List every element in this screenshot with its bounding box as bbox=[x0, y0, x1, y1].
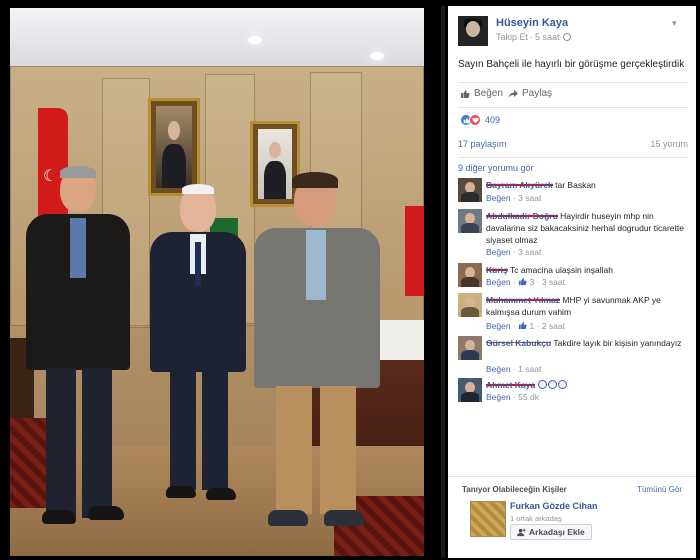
share-icon bbox=[508, 89, 518, 98]
post-photo[interactable]: ☾ bbox=[10, 8, 424, 556]
ceiling-light bbox=[370, 52, 384, 60]
comment-time[interactable]: 3 saat bbox=[542, 277, 565, 287]
comment-text: Bayram Akyürek tar Baskan bbox=[486, 180, 596, 190]
comment-time[interactable]: 3 saat bbox=[518, 247, 541, 257]
post-header: Hüseyin Kaya Takip Et · 5 saat ▾ bbox=[458, 16, 688, 50]
chevron-down-icon[interactable]: ▾ bbox=[672, 18, 684, 28]
author-avatar[interactable] bbox=[458, 16, 488, 46]
facebook-post-panel: Hüseyin Kaya Takip Et · 5 saat ▾ Sayın Bah… bbox=[448, 6, 696, 558]
comment-footer: Beğen · 3 · 3 saat bbox=[486, 277, 565, 287]
commenter-avatar[interactable] bbox=[458, 263, 482, 287]
comment-text: Gürsel Kabukçu Takdire layık bir kişisin… bbox=[486, 338, 682, 348]
post-text: Sayın Bahçeli ile hayırlı bir görüşme ge… bbox=[458, 59, 685, 70]
screenshot: ☾ Hüseyin Kaya Takip Et · 5 saat ▾ Sayın… bbox=[0, 0, 700, 560]
comment-like-link[interactable]: Beğen bbox=[486, 392, 511, 402]
comment: Kuriş Tc amacina ulaşsin inşallah Beğen … bbox=[458, 263, 690, 291]
person-left bbox=[18, 166, 138, 556]
commenter-name[interactable]: Muhammet Yılmaz bbox=[486, 295, 561, 305]
post-stats: 17 paylaşım 15 yorum bbox=[458, 139, 688, 151]
commenter-name[interactable]: Abdulkadir Doğru bbox=[486, 211, 558, 221]
comment-time[interactable]: 1 saat bbox=[518, 364, 541, 374]
add-friend-label: Arkadaşı Ekle bbox=[529, 527, 585, 537]
suggested-person-name[interactable]: Furkan Gözde Cihan bbox=[510, 501, 598, 511]
comment: Ahmet Kaya Beğen · 55 dk bbox=[458, 378, 690, 406]
follow-link[interactable]: Takip Et bbox=[496, 32, 528, 42]
thumbs-up-icon bbox=[519, 322, 527, 330]
comment-time[interactable]: 3 saat bbox=[518, 193, 541, 203]
comment-footer: Beğen · 1 saat bbox=[486, 364, 542, 374]
suggested-person-photo[interactable] bbox=[470, 501, 506, 537]
like-icon bbox=[461, 89, 470, 98]
share-count[interactable]: 17 paylaşım bbox=[458, 139, 507, 149]
commenter-name[interactable]: Kuriş bbox=[486, 265, 508, 275]
person-right bbox=[250, 172, 384, 536]
comment-footer: Beğen · 1 · 2 saat bbox=[486, 321, 565, 331]
ceiling-light bbox=[248, 36, 262, 44]
commenter-avatar[interactable] bbox=[458, 336, 482, 360]
comment-text: Abdulkadir Doğru Hayirdir huseyin mhp ni… bbox=[486, 211, 684, 245]
commenter-name[interactable]: Gürsel Kabukçu bbox=[486, 338, 552, 348]
divider bbox=[441, 6, 445, 558]
flag-right bbox=[405, 206, 424, 296]
divider bbox=[458, 82, 688, 83]
comment-like-link[interactable]: Beğen bbox=[486, 277, 511, 287]
heart-icon bbox=[469, 114, 481, 126]
share-button[interactable]: Paylaş bbox=[508, 88, 552, 99]
comment-text: Kuriş Tc amacina ulaşsin inşallah bbox=[486, 265, 613, 275]
comment-like-link[interactable]: Beğen bbox=[486, 247, 511, 257]
add-friend-button[interactable]: Arkadaşı Ekle bbox=[510, 524, 592, 540]
comment: Gürsel Kabukçu Takdire layık bir kişisin… bbox=[458, 336, 690, 376]
person-middle bbox=[144, 184, 254, 506]
see-all-link[interactable]: Tümünü Gör bbox=[637, 485, 682, 494]
post-actions: Beğen Paylaş bbox=[460, 88, 686, 102]
comment-like-link[interactable]: Beğen bbox=[486, 193, 511, 203]
comment-like-count[interactable]: 3 bbox=[530, 277, 535, 287]
comment-footer: Beğen · 3 saat bbox=[486, 247, 542, 257]
comment: Muhammet Yılmaz MHP yi savunmak AKP ye k… bbox=[458, 293, 690, 333]
ceiling bbox=[10, 8, 424, 66]
commenter-avatar[interactable] bbox=[458, 178, 482, 202]
comment-like-link[interactable]: Beğen bbox=[486, 364, 511, 374]
commenter-name[interactable]: Ahmet Kaya bbox=[486, 380, 536, 390]
comment-count[interactable]: 15 yorum bbox=[650, 139, 688, 149]
people-you-may-know: Tanıyor Olabileceğin Kişiler Tümünü Gör … bbox=[448, 476, 696, 558]
globe-icon bbox=[562, 33, 571, 41]
commenter-avatar[interactable] bbox=[458, 209, 482, 233]
comment-like-count[interactable]: 1 bbox=[530, 321, 535, 331]
thumbs-up-icon bbox=[519, 278, 527, 286]
comment: Abdulkadir Doğru Hayirdir huseyin mhp ni… bbox=[458, 209, 690, 259]
emoji-icon bbox=[547, 380, 557, 389]
mutual-friends[interactable]: 1 ortak arkadaş bbox=[510, 514, 562, 523]
emoji-icon bbox=[537, 380, 547, 389]
view-more-comments[interactable]: 9 diğer yorumu gör bbox=[458, 163, 534, 173]
comment-time[interactable]: 2 saat bbox=[542, 321, 565, 331]
papers bbox=[378, 320, 424, 360]
post-time[interactable]: 5 saat bbox=[535, 32, 560, 42]
like-label: Beğen bbox=[474, 88, 503, 99]
divider bbox=[458, 107, 688, 108]
portrait-ataturk bbox=[148, 98, 200, 196]
post-meta: Takip Et · 5 saat bbox=[496, 32, 571, 42]
comment-like-link[interactable]: Beğen bbox=[486, 321, 511, 331]
share-label: Paylaş bbox=[522, 88, 553, 99]
commenter-name[interactable]: Bayram Akyürek bbox=[486, 180, 553, 190]
like-button[interactable]: Beğen bbox=[460, 88, 503, 99]
divider bbox=[458, 157, 688, 158]
comment-text: Muhammet Yılmaz MHP yi savunmak AKP ye k… bbox=[486, 295, 661, 317]
comment-footer: Beğen · 55 dk bbox=[486, 392, 539, 402]
commenter-avatar[interactable] bbox=[458, 378, 482, 402]
comment-time[interactable]: 55 dk bbox=[518, 392, 539, 402]
author-name[interactable]: Hüseyin Kaya bbox=[496, 17, 568, 29]
add-friend-icon bbox=[517, 528, 526, 536]
commenter-avatar[interactable] bbox=[458, 293, 482, 317]
reaction-count: 409 bbox=[485, 115, 501, 125]
reaction-summary[interactable]: 409 bbox=[460, 113, 500, 127]
comment-footer: Beğen · 3 saat bbox=[486, 193, 542, 203]
comment: Bayram Akyürek tar Baskan Beğen · 3 saat bbox=[458, 178, 690, 206]
pymk-title: Tanıyor Olabileceğin Kişiler bbox=[462, 485, 567, 494]
emoji-icon bbox=[557, 380, 567, 389]
comment-text: Ahmet Kaya bbox=[486, 379, 688, 391]
